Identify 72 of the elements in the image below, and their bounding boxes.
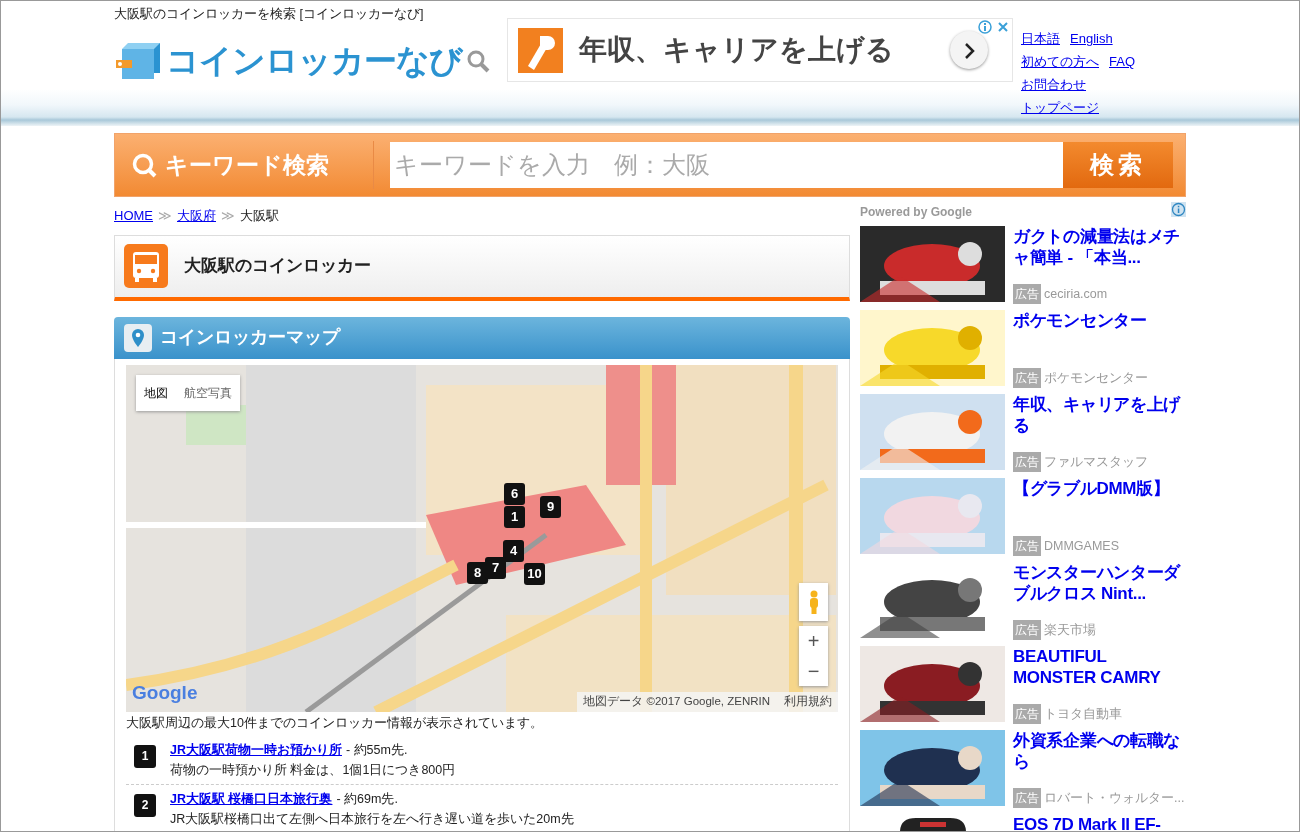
ad-badge: 広告 bbox=[1013, 620, 1041, 640]
map-marker[interactable]: 7 bbox=[485, 556, 506, 579]
locker-link[interactable]: JR大阪駅 桜橋口日本旅行奥 bbox=[170, 789, 333, 810]
ad-source: ceciria.com bbox=[1044, 285, 1108, 303]
ad-badge: 広告 bbox=[1013, 536, 1041, 556]
close-icon bbox=[996, 20, 1010, 34]
locker-distance: - 約69m先. bbox=[336, 791, 398, 809]
ad-badge: 広告 bbox=[1013, 452, 1041, 472]
ad-source: ロバート・ウォルター... bbox=[1044, 789, 1185, 807]
ad-title[interactable]: 【グラブルDMM版】 bbox=[1013, 478, 1183, 499]
ad-title[interactable]: ガクトの減量法はメチャ簡単 - 「本当... bbox=[1013, 226, 1183, 268]
ad-badge: 広告 bbox=[1013, 788, 1041, 808]
ad-badge: 広告 bbox=[1013, 368, 1041, 388]
map-marker[interactable]: 1 bbox=[504, 505, 525, 528]
map-pin-icon bbox=[124, 323, 152, 352]
header-link[interactable]: お問合わせ bbox=[1021, 77, 1086, 92]
pen-icon bbox=[518, 27, 563, 73]
ad-source: ポケモンセンター bbox=[1044, 369, 1148, 387]
ad-title[interactable]: 年収、キャリアを上げる bbox=[1013, 394, 1183, 436]
ad-title[interactable]: 外資系企業への転職なら bbox=[1013, 730, 1183, 772]
next-button[interactable] bbox=[950, 31, 988, 69]
breadcrumb-current: 大阪駅 bbox=[240, 207, 279, 225]
map-type-button[interactable]: 地図 bbox=[136, 374, 176, 411]
ad-source: トヨタ自動車 bbox=[1044, 705, 1122, 723]
locker-description: 荷物の一時預かり所 料金は、1個1日につき800円 bbox=[170, 762, 456, 780]
section-title: コインロッカーマップ bbox=[160, 326, 340, 349]
info-icon bbox=[978, 20, 992, 34]
search-field[interactable]: キーワードを入力 例：大阪 bbox=[390, 142, 1063, 188]
ad-headline: 年収、キャリアを上げる bbox=[579, 33, 894, 67]
ad-badge: 広告 bbox=[1013, 704, 1041, 724]
ad-title[interactable]: BEAUTIFUL MONSTER CAMRY bbox=[1013, 646, 1183, 688]
map-attribution: 地図データ ©2017 Google, ZENRIN bbox=[583, 694, 770, 710]
breadcrumb-link[interactable]: 大阪府 bbox=[177, 206, 216, 226]
ad-badge: 広告 bbox=[1013, 284, 1041, 304]
map-marker[interactable]: 10 bbox=[524, 562, 545, 585]
map-logo: Google bbox=[132, 681, 198, 705]
breadcrumb-separator: ≫ bbox=[221, 207, 235, 225]
map-caption: 大阪駅周辺の最大10件までのコインロッカー情報が表示されています。 bbox=[126, 714, 544, 732]
locker-distance: - 約55m先. bbox=[346, 742, 408, 760]
bus-icon bbox=[124, 244, 168, 288]
search-icon bbox=[131, 152, 157, 178]
ad-banner[interactable]: 年収、キャリアを上げる bbox=[507, 18, 1013, 82]
header-link[interactable]: English bbox=[1070, 31, 1113, 46]
zoom-in-button[interactable]: + bbox=[799, 625, 828, 656]
search-label: キーワード検索 bbox=[115, 141, 374, 189]
page-tagline: 大阪駅のコインロッカーを検索 [コインロッカーなび] bbox=[114, 6, 425, 22]
map-type-button[interactable]: 航空写真 bbox=[176, 374, 240, 411]
map-marker[interactable]: 9 bbox=[540, 495, 561, 518]
info-icon bbox=[1171, 201, 1186, 217]
ad-source: ファルマスタッフ bbox=[1044, 453, 1148, 471]
map-marker[interactable]: 6 bbox=[504, 482, 525, 505]
ad-source: DMMGAMES bbox=[1044, 537, 1119, 555]
header-link[interactable]: 初めての方へ bbox=[1021, 54, 1099, 69]
locker-link[interactable]: JR大阪駅荷物一時お預かり所 bbox=[170, 740, 342, 761]
header-link[interactable]: FAQ bbox=[1109, 54, 1135, 69]
search-icon bbox=[466, 48, 490, 73]
breadcrumb-link[interactable]: HOME bbox=[114, 206, 153, 226]
header-link[interactable]: トップページ bbox=[1021, 100, 1099, 115]
zoom-out-button[interactable]: − bbox=[799, 655, 828, 686]
map-marker[interactable]: 4 bbox=[503, 539, 524, 562]
locker-description: JR大阪駅桜橋口出て左側へ日本旅行を左へ行き遅い道を歩いた20m先 bbox=[170, 811, 574, 829]
header-link[interactable]: 日本語 bbox=[1021, 31, 1060, 46]
ad-title[interactable]: EOS 7D Mark II EF- bbox=[1013, 814, 1183, 831]
terms-link[interactable]: 利用規約 bbox=[784, 693, 832, 711]
breadcrumb-separator: ≫ bbox=[158, 207, 172, 225]
locker-marker: 2 bbox=[134, 794, 156, 818]
locker-marker: 1 bbox=[134, 745, 156, 769]
ad-title[interactable]: ポケモンセンター bbox=[1013, 310, 1183, 331]
page-title: 大阪駅のコインロッカー bbox=[184, 255, 371, 277]
ad-source: 楽天市場 bbox=[1044, 621, 1096, 639]
powered-by-label: Powered by Google bbox=[860, 204, 973, 221]
ad-title[interactable]: モンスターハンターダブルクロス Nint... bbox=[1013, 562, 1183, 604]
